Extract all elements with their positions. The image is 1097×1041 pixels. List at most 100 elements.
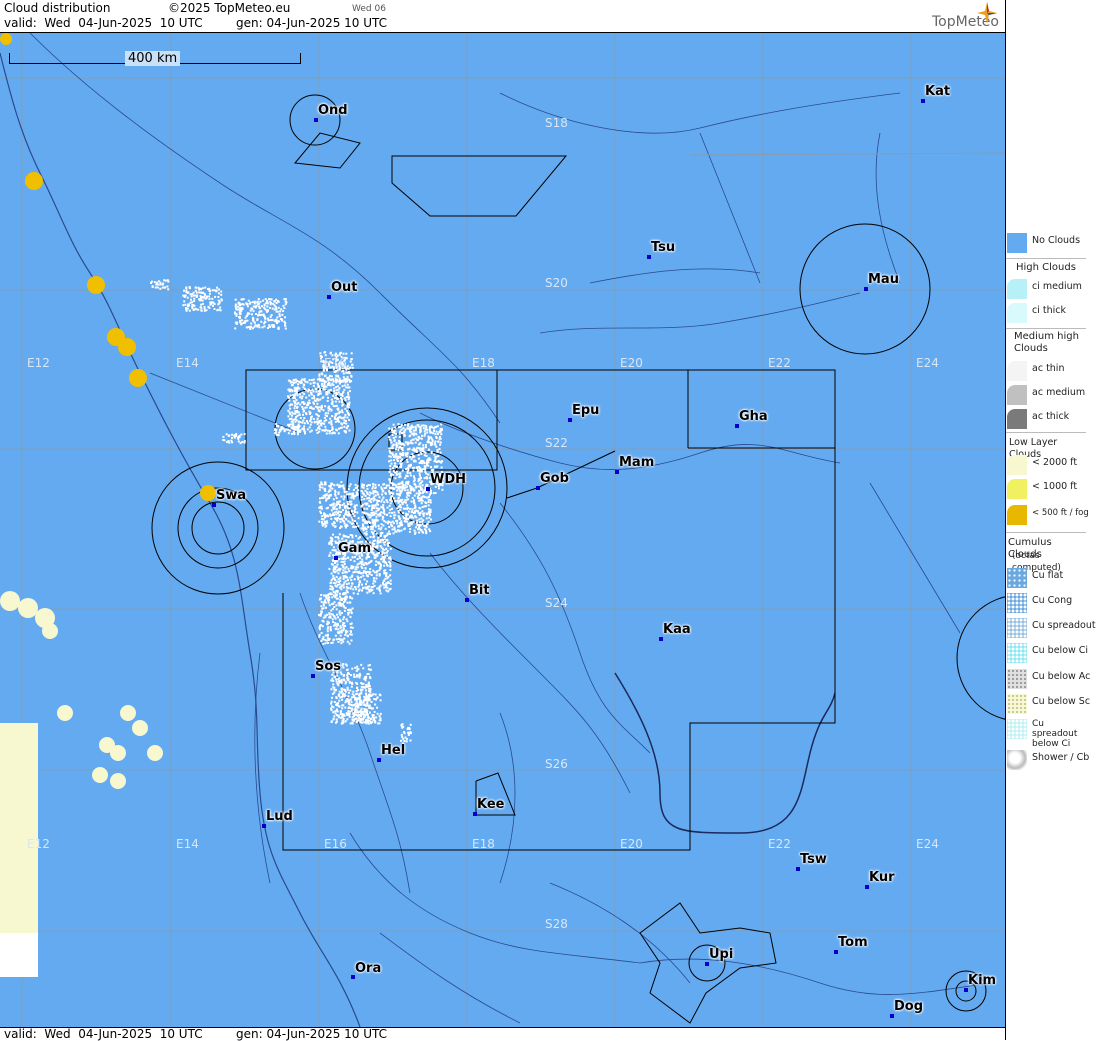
cumulus-speck [316, 417, 319, 420]
cumulus-speck [328, 489, 331, 492]
cumulus-speck [284, 324, 287, 327]
cumulus-speck [351, 574, 354, 577]
place-label[interactable]: Upi [709, 947, 733, 962]
cumulus-speck [337, 616, 339, 619]
place-marker [377, 758, 381, 762]
cumulus-speck [408, 727, 411, 729]
cumulus-speck [342, 593, 345, 596]
cumulus-speck [325, 606, 327, 609]
place-label[interactable]: Tsu [651, 240, 675, 255]
cumulus-speck [347, 691, 350, 694]
cumulus-speck [414, 486, 417, 489]
cumulus-speck [312, 401, 315, 404]
cumulus-speck [362, 586, 365, 589]
cloud-map[interactable]: E12 E14 E16 E18 E20 E22 E24 E12 E14 E16 … [0, 33, 1005, 1027]
cumulus-speck [348, 582, 350, 585]
cumulus-speck [351, 667, 354, 670]
cumulus-speck [297, 433, 299, 436]
cumulus-speck [355, 708, 358, 711]
cumulus-speck [199, 287, 202, 290]
place-label[interactable]: Lud [266, 809, 293, 824]
place-label[interactable]: Gob [540, 471, 569, 486]
cumulus-speck [344, 506, 346, 509]
cumulus-speck [213, 308, 216, 310]
place-label[interactable]: Swa [216, 488, 246, 503]
place-label[interactable]: Tsw [800, 852, 827, 867]
place-label[interactable]: Tom [838, 935, 868, 950]
cumulus-speck [345, 513, 348, 516]
cumulus-speck [370, 586, 373, 588]
cumulus-speck [378, 715, 381, 718]
cumulus-speck [361, 516, 364, 519]
place-label[interactable]: Gam [338, 541, 371, 556]
cumulus-speck [280, 308, 283, 311]
place-label[interactable]: Dog [894, 999, 923, 1014]
place-label[interactable]: Out [331, 280, 358, 295]
cumulus-speck [341, 716, 344, 719]
place-label[interactable]: WDH [430, 472, 466, 487]
place-label[interactable]: Kaa [663, 622, 691, 637]
cumulus-speck [434, 459, 437, 462]
cumulus-speck [373, 543, 376, 545]
cumulus-speck [360, 701, 363, 704]
cumulus-speck [333, 387, 336, 390]
cumulus-speck [258, 306, 261, 309]
place-label[interactable]: Kee [477, 797, 504, 812]
place-label[interactable]: Gha [739, 409, 768, 424]
cumulus-speck [430, 466, 432, 469]
cumulus-speck [419, 485, 422, 488]
cumulus-speck [200, 306, 203, 309]
cumulus-speck [205, 309, 208, 312]
cumulus-speck [313, 420, 316, 423]
cumulus-speck [396, 522, 399, 525]
cumulus-speck [275, 433, 278, 436]
cumulus-speck [307, 403, 310, 406]
cumulus-speck [246, 305, 249, 308]
cumulus-speck [257, 298, 260, 301]
place-label[interactable]: Ora [355, 961, 381, 976]
cumulus-speck [346, 591, 349, 594]
cumulus-speck [331, 618, 334, 621]
legend-medium-clouds: Medium high Clouds ac thin ac medium ac … [1006, 328, 1086, 433]
cumulus-speck [309, 406, 312, 409]
cumulus-speck [350, 496, 353, 499]
cumulus-speck [306, 422, 309, 425]
cumulus-speck [258, 326, 261, 329]
legend-high-clouds: High Clouds ci medium ci thick [1006, 258, 1086, 329]
cumulus-speck [314, 405, 317, 408]
cumulus-speck [338, 514, 341, 517]
place-label[interactable]: Sos [315, 659, 341, 674]
cumulus-speck [367, 668, 370, 671]
cumulus-speck [389, 502, 392, 505]
cumulus-speck [348, 401, 351, 404]
place-label[interactable]: Kur [869, 870, 895, 885]
place-label[interactable]: Kim [968, 973, 996, 988]
place-label[interactable]: Mau [868, 272, 899, 287]
cumulus-speck [340, 710, 342, 713]
cumulus-speck [366, 585, 369, 588]
place-label[interactable]: Bit [469, 583, 490, 598]
cumulus-speck [365, 572, 367, 575]
cumulus-speck [333, 691, 336, 694]
cumulus-speck [340, 422, 343, 425]
cumulus-speck [370, 514, 373, 517]
day-tab[interactable]: Wed 06 [352, 4, 386, 14]
cumulus-speck [369, 536, 372, 538]
cumulus-speck [325, 507, 328, 510]
cumulus-speck [323, 383, 326, 386]
place-label[interactable]: Hel [381, 743, 405, 758]
place-label[interactable]: Mam [619, 455, 654, 470]
cumulus-speck [345, 699, 347, 702]
cumulus-speck [331, 382, 334, 385]
cumulus-speck [375, 532, 378, 535]
cumulus-speck [422, 446, 425, 449]
cumulus-speck [409, 428, 411, 431]
place-label[interactable]: Epu [572, 403, 599, 418]
place-label[interactable]: Ond [318, 103, 348, 118]
cumulus-speck [282, 304, 285, 307]
cumulus-speck [388, 530, 391, 533]
cumulus-speck [382, 511, 385, 513]
cumulus-speck [333, 484, 336, 487]
cumulus-speck [251, 301, 254, 304]
place-label[interactable]: Kat [925, 84, 950, 99]
